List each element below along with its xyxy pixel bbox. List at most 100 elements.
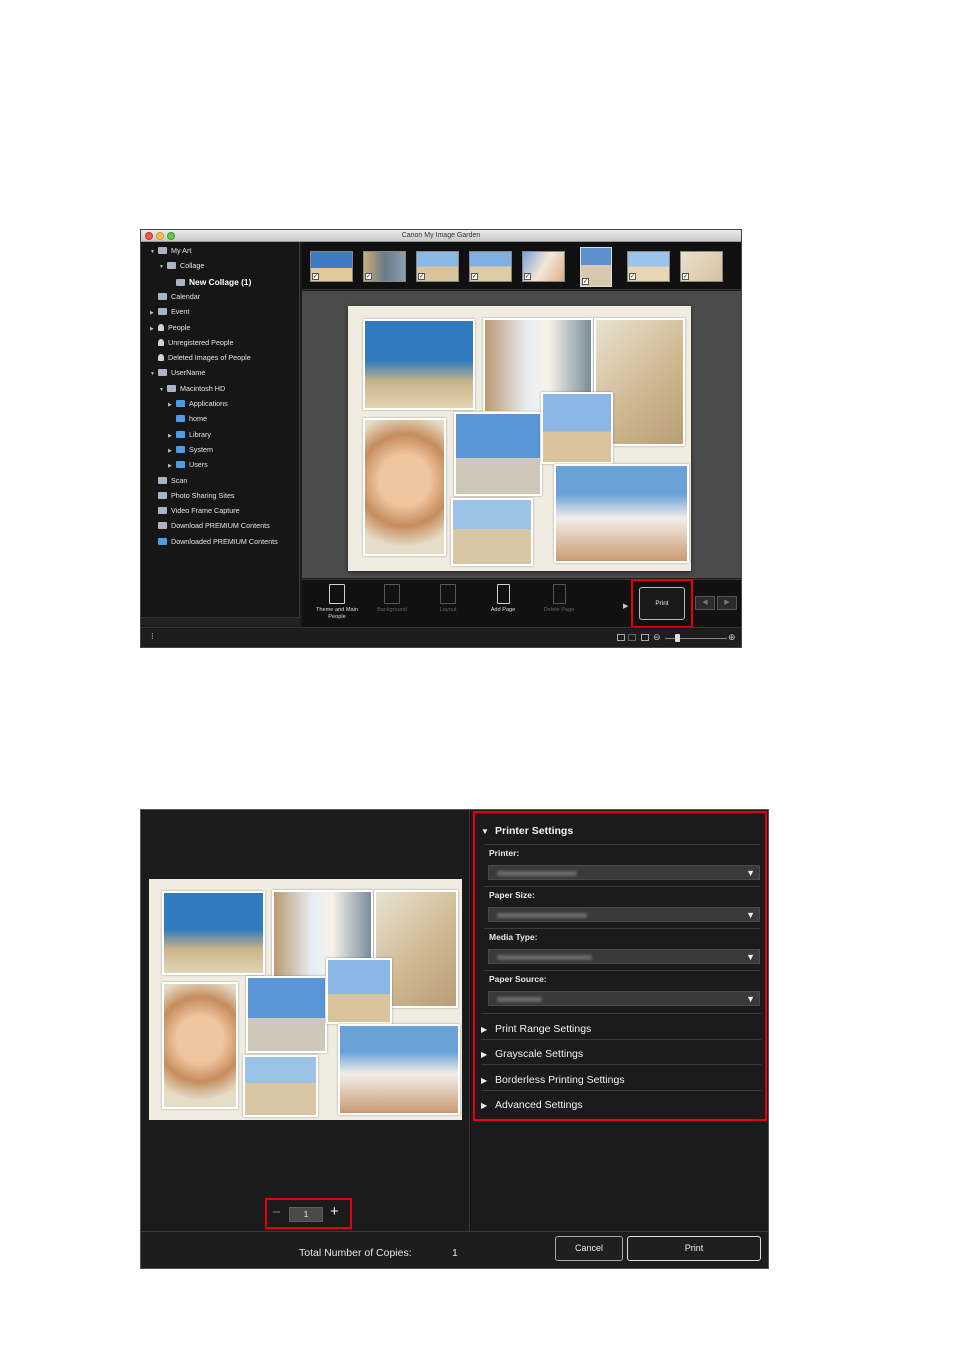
theme-icon: [329, 584, 345, 604]
background-button[interactable]: Background: [370, 584, 414, 614]
view-full-screen-icon[interactable]: [617, 634, 625, 641]
sidebar-item[interactable]: Video Frame Capture: [150, 504, 240, 518]
page-thumbnail-strip: ✓ ✓ ✓ ✓ ✓ ✓ ✓ ✓: [302, 242, 741, 290]
previous-page-button[interactable]: ◀: [695, 596, 715, 610]
next-page-button[interactable]: ▶: [717, 596, 737, 610]
check-icon[interactable]: ✓: [629, 273, 636, 280]
sidebar-item-label: Scan: [171, 475, 188, 485]
zoom-in-icon[interactable]: ⊕: [728, 632, 736, 643]
sidebar-item-label: Photo Sharing Sites: [171, 490, 235, 500]
preview-photo-family-walk: [243, 1055, 318, 1117]
sidebar-item[interactable]: ▶ Event: [150, 305, 189, 319]
image-thumbnail[interactable]: ✓: [522, 251, 565, 282]
sidebar-item[interactable]: Downloaded PREMIUM Contents: [150, 535, 278, 549]
check-icon[interactable]: ✓: [582, 278, 589, 285]
sidebar-item[interactable]: ▼ My Art: [150, 244, 191, 258]
more-tools-arrow-icon[interactable]: ▶: [623, 602, 628, 610]
layout-label: Layout: [439, 607, 457, 613]
check-icon[interactable]: ✓: [312, 273, 319, 280]
copies-input[interactable]: 1: [289, 1207, 323, 1222]
disclosure-triangle-icon[interactable]: ▶: [168, 459, 176, 473]
sidebar-item-label: Applications: [189, 399, 228, 408]
image-thumbnail[interactable]: ✓: [627, 251, 670, 282]
collage-photo-girl-smiling[interactable]: [363, 418, 446, 556]
decrease-copies-button[interactable]: −: [272, 1205, 281, 1221]
check-icon[interactable]: ✓: [365, 273, 372, 280]
sidebar-item[interactable]: New Collage (1): [168, 275, 251, 289]
disclosure-triangle-icon[interactable]: ▼: [159, 383, 167, 397]
collage-photo-sea-lion[interactable]: [363, 319, 475, 410]
sidebar-item-label: home: [189, 414, 207, 424]
sidebar-item[interactable]: ▼ Collage: [159, 259, 204, 273]
sidebar-resize-bar[interactable]: [141, 617, 300, 625]
preview-photo-city-beach: [246, 976, 327, 1053]
sidebar-item[interactable]: Calendar: [150, 290, 200, 304]
total-copies-label: Total Number of Copies:: [299, 1247, 412, 1259]
check-icon[interactable]: ✓: [471, 273, 478, 280]
sidebar-item[interactable]: ▼ UserName: [150, 366, 205, 380]
sidebar-item[interactable]: Unregistered People: [150, 336, 234, 350]
sidebar-item-label: Collage: [180, 261, 205, 271]
check-icon[interactable]: ✓: [682, 273, 689, 280]
sidebar-item[interactable]: ▶ Users: [168, 458, 208, 472]
print-preview-collage: [149, 879, 462, 1120]
disclosure-triangle-icon[interactable]: ▶: [168, 398, 176, 412]
sidebar-item[interactable]: ▼ Macintosh HD: [159, 382, 225, 396]
print-dialog-button[interactable]: Print: [627, 1236, 761, 1261]
sidebar-item[interactable]: ▶ Library: [168, 428, 211, 442]
increase-copies-button[interactable]: +: [330, 1204, 339, 1220]
collage-photo-family-lying[interactable]: [554, 464, 689, 563]
image-thumbnail[interactable]: ✓: [680, 251, 723, 282]
sidebar-item[interactable]: Download PREMIUM Contents: [150, 519, 270, 533]
info-icon[interactable]: ⁝: [151, 631, 154, 642]
sidebar-item-label: Unregistered People: [168, 337, 234, 347]
sidebar-item[interactable]: Scan: [150, 474, 187, 488]
disclosure-triangle-icon[interactable]: ▶: [168, 429, 176, 443]
status-bar: ⁝ ⊖ ⊕: [141, 627, 741, 647]
delete-page-button[interactable]: Delete Page: [537, 584, 581, 614]
folder-icon: [176, 430, 185, 438]
cancel-button[interactable]: Cancel: [555, 1236, 623, 1261]
print-button[interactable]: Print: [639, 587, 685, 620]
image-thumbnail[interactable]: ✓: [469, 251, 512, 282]
sidebar-item-label: My Art: [171, 246, 192, 255]
fit-icon[interactable]: [641, 634, 649, 641]
sidebar-item[interactable]: ▶ Applications: [168, 397, 228, 411]
image-thumbnail[interactable]: ✓: [363, 251, 406, 282]
check-icon[interactable]: ✓: [524, 273, 531, 280]
collage-icon: [167, 262, 176, 270]
view-window-icon[interactable]: [628, 634, 636, 641]
disclosure-triangle-icon[interactable]: ▶: [150, 322, 158, 336]
image-thumbnail[interactable]: ✓: [416, 251, 459, 282]
sidebar-item[interactable]: Photo Sharing Sites: [150, 489, 235, 503]
sidebar-item[interactable]: home: [168, 412, 207, 426]
sidebar-item-label: Event: [171, 307, 190, 317]
add-page-icon: [496, 584, 510, 604]
collage-page[interactable]: [348, 306, 691, 571]
disclosure-triangle-icon[interactable]: ▼: [159, 260, 167, 274]
disclosure-triangle-icon[interactable]: ▶: [168, 444, 176, 458]
theme-main-people-button[interactable]: Theme and Main People: [315, 584, 359, 621]
layout-button[interactable]: Layout: [426, 584, 470, 614]
collage-photo-beach-play[interactable]: [541, 392, 613, 464]
image-thumbnail-selected[interactable]: ✓: [580, 247, 612, 287]
collage-photo-family-walk[interactable]: [451, 498, 533, 566]
sidebar-item[interactable]: ▶ People: [150, 321, 190, 335]
disk-icon: [167, 384, 176, 392]
computer-icon: [158, 369, 167, 377]
disclosure-triangle-icon[interactable]: ▼: [150, 367, 158, 381]
sidebar-item-label: System: [189, 444, 213, 454]
download-icon: [158, 522, 167, 530]
total-copies-value: 1: [452, 1247, 458, 1259]
disclosure-triangle-icon[interactable]: ▶: [150, 306, 158, 320]
zoom-slider-knob[interactable]: [675, 634, 680, 642]
zoom-out-icon[interactable]: ⊖: [653, 632, 661, 643]
image-thumbnail[interactable]: ✓: [310, 251, 353, 282]
check-icon[interactable]: ✓: [418, 273, 425, 280]
sidebar-item-label: People: [168, 322, 191, 332]
collage-photo-city-beach[interactable]: [454, 412, 542, 496]
sidebar-item[interactable]: ▶ System: [168, 443, 213, 457]
disclosure-triangle-icon[interactable]: ▼: [150, 245, 158, 259]
add-page-button[interactable]: Add Page: [481, 584, 525, 614]
sidebar-item[interactable]: Deleted Images of People: [150, 351, 251, 365]
